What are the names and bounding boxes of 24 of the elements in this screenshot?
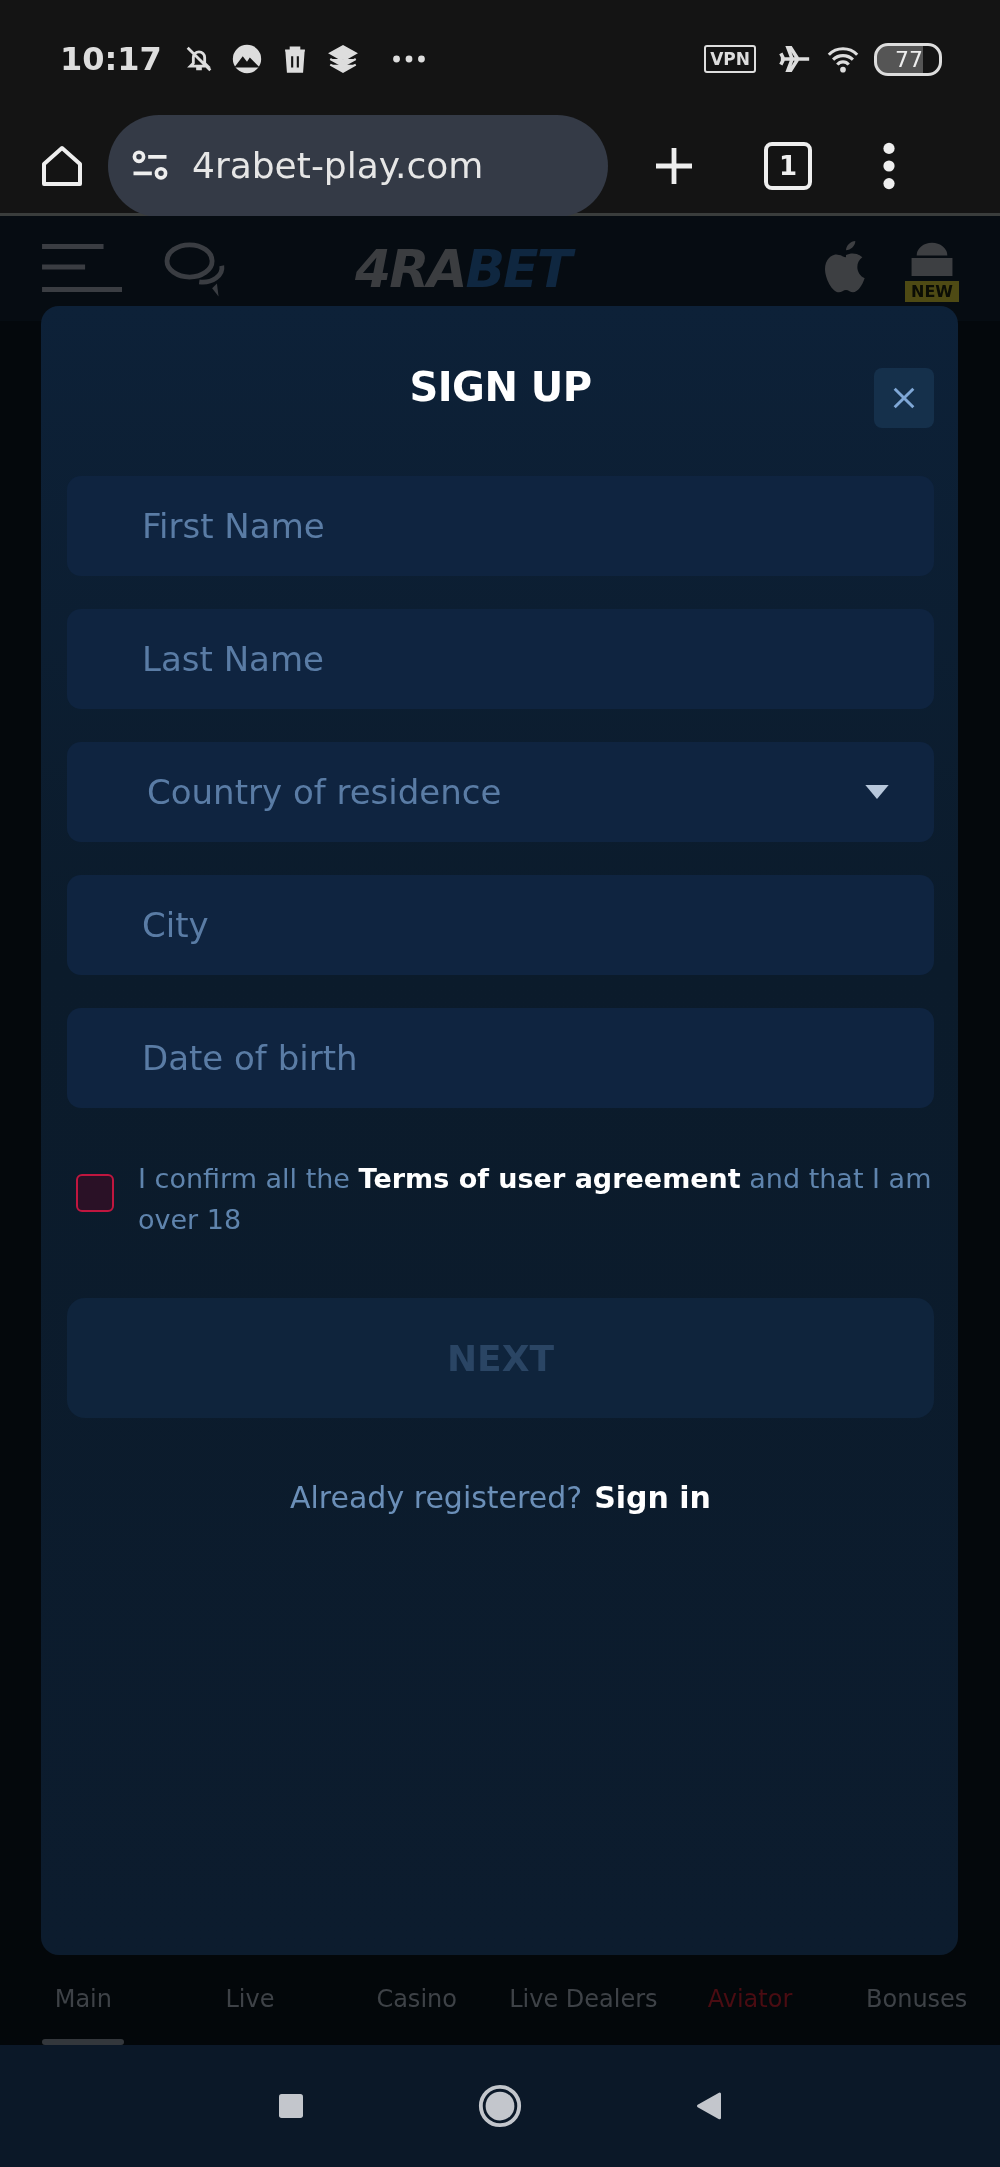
layers-icon [325, 42, 360, 76]
clock-time: 10:17 [60, 40, 162, 78]
input-field[interactable]: First Name [67, 476, 934, 576]
agreement-text: I confirm all the Terms of user agreement and that I am over 18 [138, 1162, 933, 1237]
vpn-badge: VPN [704, 45, 756, 73]
input-field[interactable]: City [67, 875, 934, 975]
agreement-checkbox[interactable] [76, 1174, 114, 1212]
signin-link[interactable]: Sign in [594, 1480, 711, 1515]
bottom-nav-tab[interactable]: Main [0, 1930, 167, 2045]
more-dots-icon [391, 54, 426, 64]
signin-prompt: Already registered? [290, 1480, 583, 1515]
close-button[interactable] [874, 368, 934, 428]
input-field[interactable]: Last Name [67, 609, 934, 709]
tab-count-button[interactable]: 1 [764, 141, 812, 190]
address-bar[interactable]: 4rabet-play.com [108, 114, 608, 217]
battery-indicator: 77 [874, 42, 942, 76]
menu-icon[interactable] [882, 141, 896, 190]
url-text: 4rabet-play.com [192, 145, 484, 186]
dialog-title: SIGN UP [409, 364, 592, 410]
caret-icon [864, 785, 890, 799]
input-field[interactable]: Date of birth [67, 1008, 934, 1108]
country-select[interactable]: Country of residence [67, 742, 934, 842]
home-icon[interactable] [477, 2083, 523, 2129]
android-app-badge[interactable]: NEW [904, 235, 960, 302]
